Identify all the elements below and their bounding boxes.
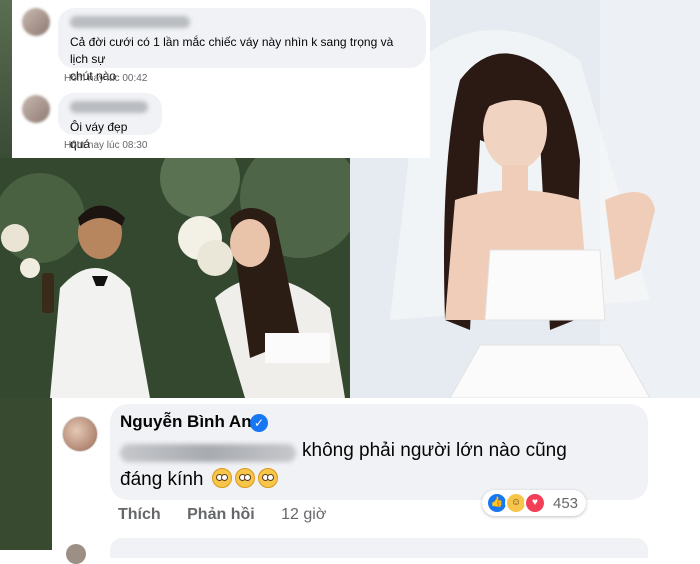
top-comments-panel: Cả đời cưới có 1 lần mắc chiếc váy này n… xyxy=(12,0,430,158)
collage: Cả đời cưới có 1 lần mắc chiếc váy này n… xyxy=(0,0,700,564)
like-button[interactable]: Thích xyxy=(118,506,161,523)
comment-time[interactable]: 12 giờ xyxy=(281,506,326,523)
comment-text-line1: không phải người lớn nào cũng xyxy=(302,440,567,461)
reply-button[interactable]: Phản hồi xyxy=(187,506,255,523)
comment-text-line2-text: đáng kính xyxy=(120,469,204,490)
verified-badge-icon: ✓ xyxy=(250,414,268,432)
reaction-count: 453 xyxy=(553,494,579,512)
love-icon: ♥ xyxy=(524,492,546,514)
pleading-face-emoji-icon xyxy=(234,468,255,488)
comment-timestamp[interactable]: Hôm nay lúc 00:42 xyxy=(64,73,147,84)
avatar[interactable] xyxy=(22,8,50,36)
blurred-name xyxy=(70,101,148,113)
avatar[interactable] xyxy=(62,416,98,452)
comment-bubble: Ôi váy đẹp quá xyxy=(58,93,162,151)
avatar[interactable] xyxy=(66,544,86,564)
comment-actions: Thích Phản hồi 12 giờ xyxy=(118,506,348,524)
comment-text-line1: Cả đời cưới có 1 lần mắc chiếc váy này n… xyxy=(70,35,394,66)
comment-bubble: Cả đời cưới có 1 lần mắc chiếc váy này n… xyxy=(58,8,426,83)
avatar[interactable] xyxy=(22,95,50,123)
reaction-summary[interactable]: 👍 ☺ ♥ 453 xyxy=(482,490,587,516)
pleading-face-emoji-icon xyxy=(257,468,278,488)
photo-edge-strip xyxy=(0,0,12,158)
comment-text-line2: đáng kính xyxy=(120,468,278,491)
pleading-face-emoji-icon xyxy=(211,468,232,488)
blurred-mention xyxy=(120,444,296,462)
featured-comment-card: Nguyễn Bình An ✓ không phải người lớn nà… xyxy=(52,398,650,564)
next-comment-bubble xyxy=(110,538,648,558)
comment-author[interactable]: Nguyễn Bình An xyxy=(120,412,252,432)
blurred-name xyxy=(70,16,190,28)
comment-timestamp[interactable]: Hôm nay lúc 08:30 xyxy=(64,140,147,151)
